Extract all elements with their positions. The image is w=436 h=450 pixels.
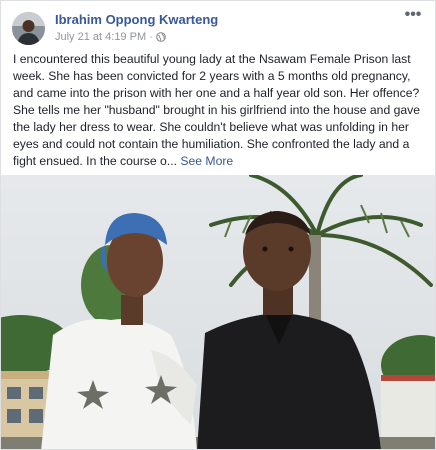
post-timestamp[interactable]: July 21 at 4:19 PM [55, 31, 146, 43]
post-photo[interactable] [1, 175, 435, 449]
globe-icon[interactable] [155, 32, 166, 42]
meta-separator: · [149, 31, 153, 43]
more-options-icon[interactable]: ••• [403, 7, 423, 25]
facebook-post: Ibrahim Oppong Kwarteng July 21 at 4:19 … [0, 0, 436, 450]
author-avatar[interactable] [12, 12, 45, 45]
photo-image [1, 175, 435, 449]
post-header: Ibrahim Oppong Kwarteng July 21 at 4:19 … [1, 1, 435, 47]
author-name[interactable]: Ibrahim Oppong Kwarteng [55, 12, 218, 27]
see-more-link[interactable]: See More [180, 154, 233, 168]
post-text: I encountered this beautiful young lady … [13, 52, 421, 168]
avatar-image [12, 12, 45, 45]
post-meta: July 21 at 4:19 PM · [55, 31, 166, 43]
post-body: I encountered this beautiful young lady … [13, 51, 425, 170]
